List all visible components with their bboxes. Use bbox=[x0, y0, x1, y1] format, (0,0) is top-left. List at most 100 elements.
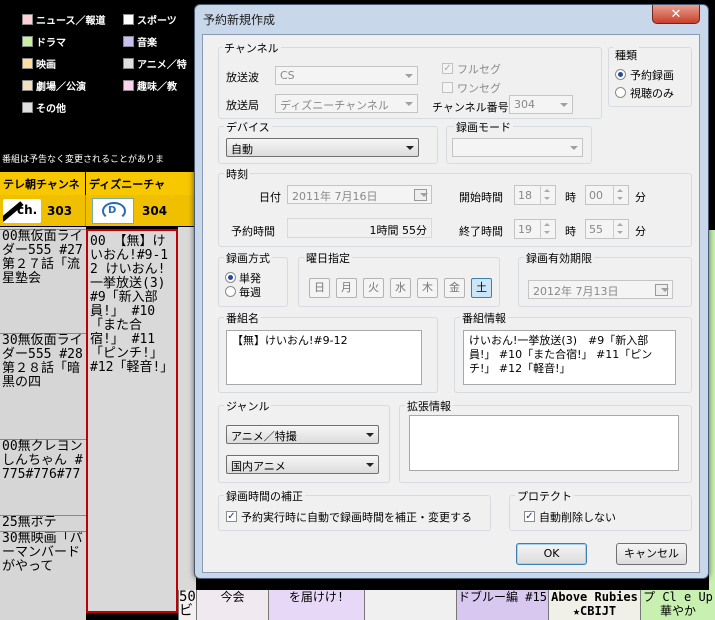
hour-unit-label: 時 bbox=[565, 225, 576, 238]
cancel-button[interactable]: キャンセル bbox=[616, 543, 687, 565]
start-minute-spinner[interactable]: 00 bbox=[585, 185, 629, 205]
legend-label: アニメ／特 bbox=[137, 59, 187, 71]
program-info-value: けいおん!一挙放送(3) #9「新入部員!」 #10「また合宿!」 #11「ピン… bbox=[469, 334, 653, 375]
program-time: 30 bbox=[2, 531, 18, 546]
dialog-titlebar[interactable]: 予約新規作成 ✕ bbox=[195, 5, 708, 31]
program-cell[interactable]: 今会 bbox=[196, 590, 268, 620]
weekday-fri-button[interactable]: 金 bbox=[444, 278, 465, 298]
legend-label: スポーツ bbox=[137, 15, 177, 27]
legend-swatch bbox=[123, 35, 134, 47]
program-cell[interactable]: 25無ポテ bbox=[0, 515, 86, 531]
program-name-value: 【無】けいおん!#9-12 bbox=[232, 334, 348, 347]
oneseg-checkbox[interactable] bbox=[442, 82, 453, 93]
end-minute-spinner[interactable]: 55 bbox=[585, 219, 629, 239]
updown-icon bbox=[540, 220, 555, 238]
channel-header-tvasahi[interactable]: テレ朝チャンネ bbox=[0, 172, 86, 195]
channel-logo-tvasahi: ch. 303 bbox=[0, 195, 86, 226]
channel-number: 303 bbox=[47, 203, 73, 218]
program-cell[interactable]: 30無仮面ライダー555 #28 第２８話「暗黒の四 bbox=[0, 333, 86, 439]
chevron-down-icon bbox=[366, 433, 374, 437]
expiry-value: 2012年 7月13日 bbox=[533, 285, 619, 298]
program-text: 【無】けいおん!#9-12 けいおん!一挙放送(3) #9「新入部員!」 #10… bbox=[90, 234, 174, 375]
program-cell[interactable]: ドブルー編 #15 bbox=[456, 590, 548, 620]
extended-info-group-label: 拡張情報 bbox=[405, 398, 453, 414]
chevron-down-icon bbox=[560, 103, 568, 107]
broadcast-wave-label: 放送波 bbox=[226, 71, 259, 84]
channel-number-select[interactable]: 304 bbox=[509, 95, 573, 114]
legend-label: 劇場／公演 bbox=[36, 81, 86, 93]
station-label: 放送局 bbox=[226, 99, 259, 112]
program-text: 今会 bbox=[220, 590, 245, 604]
ok-button[interactable]: OK bbox=[516, 543, 587, 565]
program-text: を届けけ! bbox=[288, 590, 345, 604]
correction-checkbox-label: 予約実行時に自動で録画時間を補正・変更する bbox=[241, 511, 472, 524]
duration-display: 1時間 55分 bbox=[287, 218, 432, 238]
kind-radio-watch[interactable] bbox=[615, 87, 626, 98]
legend-drama: ドラマ bbox=[22, 33, 66, 49]
legend-label: 映画 bbox=[36, 59, 56, 71]
close-button[interactable]: ✕ bbox=[652, 5, 700, 24]
program-cell[interactable]: 00無クレヨンしんちゃん #775#776#77 bbox=[0, 439, 86, 515]
date-picker[interactable]: 2011年 7月16日 bbox=[287, 185, 432, 204]
program-text: 無ポテ bbox=[17, 515, 57, 530]
extended-info-textarea[interactable] bbox=[409, 415, 679, 471]
weekday-wed-button[interactable]: 水 bbox=[390, 278, 411, 298]
legend-swatch bbox=[22, 35, 33, 47]
legend-swatch bbox=[22, 79, 33, 91]
dialog-client: チャンネル 放送波 CS 放送局 ディズニーチャンネル ✓ フルセグ ワンセグ … bbox=[202, 34, 700, 573]
broadcast-wave-select[interactable]: CS bbox=[275, 66, 418, 85]
genre-secondary-select[interactable]: 国内アニメ bbox=[226, 455, 379, 474]
program-name-textarea[interactable]: 【無】けいおん!#9-12 bbox=[226, 330, 422, 385]
hour-unit-label: 時 bbox=[565, 191, 576, 204]
end-hour-value: 19 bbox=[518, 223, 532, 236]
program-time: 30 bbox=[2, 333, 18, 348]
legend-label: ドラマ bbox=[36, 37, 66, 49]
channel-header-disney[interactable]: ディズニーチャ bbox=[86, 172, 196, 195]
date-label: 日付 bbox=[259, 191, 281, 204]
kind-label-record: 予約録画 bbox=[630, 69, 674, 82]
protect-checkbox[interactable]: ✓ bbox=[524, 511, 535, 522]
selected-program-cell[interactable]: 00 【無】けいおん!#9-12 けいおん!一挙放送(3) #9「新入部員!」 … bbox=[86, 229, 178, 613]
kind-radio-record[interactable] bbox=[615, 69, 626, 80]
program-info-textarea[interactable]: けいおん!一挙放送(3) #9「新入部員!」 #10「また合宿!」 #11「ピン… bbox=[463, 330, 676, 385]
genre-primary-select[interactable]: アニメ／特撮 bbox=[226, 425, 379, 444]
legend-swatch bbox=[123, 57, 134, 69]
device-group-label: デバイス bbox=[224, 119, 272, 135]
method-radio-weekly[interactable] bbox=[225, 286, 236, 297]
weekday-thu-button[interactable]: 木 bbox=[417, 278, 438, 298]
program-cell[interactable] bbox=[364, 590, 456, 620]
weekday-tue-button[interactable]: 火 bbox=[363, 278, 384, 298]
method-radio-once[interactable] bbox=[225, 272, 236, 283]
program-cell[interactable]: 00無仮面ライダー555 #27 第２７話「流星塾会 bbox=[0, 229, 86, 333]
right-edge-column bbox=[709, 230, 715, 590]
device-select[interactable]: 自動 bbox=[226, 138, 419, 157]
oneseg-label: ワンセグ bbox=[457, 82, 501, 95]
legend-swatch bbox=[22, 57, 33, 69]
start-hour-spinner[interactable]: 18 bbox=[514, 185, 556, 205]
legend-label: 趣味／教 bbox=[137, 81, 177, 93]
end-hour-spinner[interactable]: 19 bbox=[514, 219, 556, 239]
program-text: ドブルー編 #15 bbox=[458, 590, 547, 604]
weekday-mon-button[interactable]: 月 bbox=[336, 278, 357, 298]
protect-checkbox-label: 自動削除しない bbox=[539, 511, 616, 524]
legend-swatch bbox=[22, 13, 33, 25]
start-minute-value: 00 bbox=[589, 189, 603, 202]
program-cell[interactable]: プ Cl e Up 華やか bbox=[640, 590, 715, 620]
legend-theater: 劇場／公演 bbox=[22, 77, 86, 93]
program-cell[interactable]: Above Rubies ★CBIJT bbox=[548, 590, 640, 620]
program-cell[interactable]: を届けけ! bbox=[268, 590, 364, 620]
channel-number-label: チャンネル番号 bbox=[432, 101, 509, 114]
station-select[interactable]: ディズニーチャンネル bbox=[275, 94, 418, 113]
record-mode-select[interactable] bbox=[452, 138, 583, 157]
weekday-sun-button[interactable]: 日 bbox=[309, 278, 330, 298]
expiry-date-picker[interactable]: 2012年 7月13日 bbox=[528, 280, 673, 299]
fullseg-checkbox[interactable]: ✓ bbox=[442, 63, 453, 74]
program-cell[interactable]: 30無映画「パーマンバードがやって bbox=[0, 531, 86, 620]
legend-music: 音楽 bbox=[123, 33, 157, 49]
correction-checkbox[interactable]: ✓ bbox=[226, 511, 237, 522]
genre-primary-value: アニメ／特撮 bbox=[231, 430, 297, 443]
legend-swatch bbox=[123, 79, 134, 91]
chevron-down-icon bbox=[570, 146, 578, 150]
weekday-sat-button[interactable]: 土 bbox=[471, 278, 492, 298]
genre-secondary-value: 国内アニメ bbox=[231, 460, 286, 473]
